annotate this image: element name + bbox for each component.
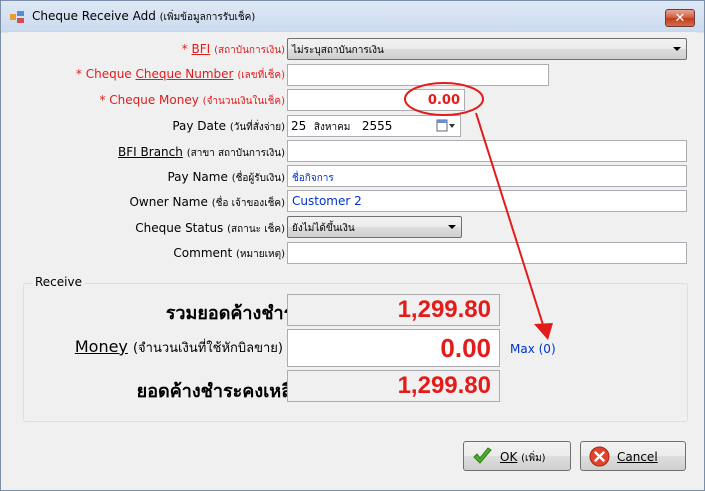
- annotation-arrowhead: [534, 323, 553, 340]
- annotation-ellipse: [404, 82, 484, 116]
- cheque-receive-add-window: Cheque Receive Add (เพิ่มข้อมูลการรับเช็…: [0, 0, 705, 491]
- annotation-arrow-line: [475, 112, 545, 329]
- annotation-overlay: [404, 82, 553, 340]
